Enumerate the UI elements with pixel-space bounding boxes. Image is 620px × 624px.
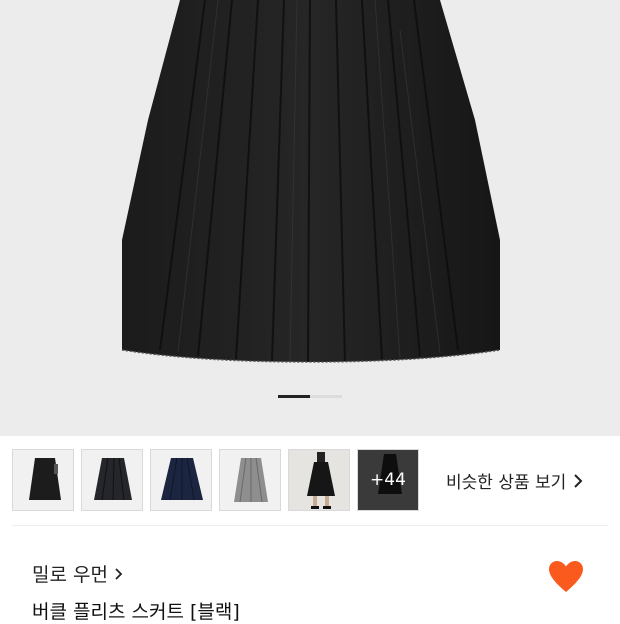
similar-products-label: 비슷한 상품 보기 <box>446 473 567 493</box>
divider <box>12 525 608 526</box>
thumbnail-charcoal-skirt[interactable] <box>81 449 143 511</box>
thumbnail-gray-skirt[interactable] <box>219 449 281 511</box>
chevron-right-icon <box>574 473 583 488</box>
brand-link[interactable]: 밀로 우먼 <box>32 560 124 587</box>
thumbnail-model-photo[interactable] <box>288 449 350 511</box>
pager-dot <box>310 395 342 398</box>
thumbnail-black-skirt[interactable] <box>12 449 74 511</box>
skirt-thumbnail-image <box>161 457 203 501</box>
thumbnail-strip: +44 <box>12 449 419 511</box>
product-image-gallery[interactable] <box>0 0 620 436</box>
skirt-thumbnail-image <box>234 457 268 503</box>
image-pager <box>278 395 342 398</box>
product-image <box>121 0 501 363</box>
skirt-thumbnail-image <box>94 457 132 501</box>
brand-name: 밀로 우먼 <box>32 564 108 586</box>
model-thumbnail-image <box>289 450 349 510</box>
pager-dot-active <box>278 395 310 398</box>
thumbnail-navy-skirt[interactable] <box>150 449 212 511</box>
skirt-thumbnail-image <box>29 458 61 500</box>
similar-products-link[interactable]: 비슷한 상품 보기 <box>446 468 584 493</box>
heart-icon[interactable] <box>548 560 584 594</box>
more-count: +44 <box>358 450 418 510</box>
chevron-right-icon <box>115 567 123 580</box>
thumbnail-more[interactable]: +44 <box>357 449 419 511</box>
